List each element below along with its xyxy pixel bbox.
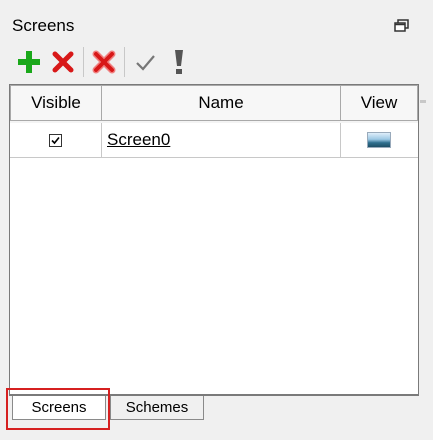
- column-header-view[interactable]: View: [340, 85, 418, 121]
- grid-header: Visible Name View: [10, 85, 418, 123]
- add-icon: [18, 51, 40, 73]
- screen-name-link[interactable]: Screen0: [101, 130, 170, 150]
- exclamation-icon: [175, 50, 183, 74]
- panel-title: Screens: [12, 16, 75, 35]
- name-cell: Screen0: [101, 123, 341, 158]
- restore-window-icon[interactable]: [394, 19, 410, 33]
- warning-button[interactable]: [162, 45, 196, 79]
- check-button[interactable]: [128, 45, 162, 79]
- toolbar-separator: [124, 47, 125, 77]
- check-icon: [136, 55, 155, 71]
- checkmark-icon: [51, 136, 60, 144]
- visible-cell: [10, 123, 102, 158]
- landscape-thumbnail-icon[interactable]: [367, 132, 391, 148]
- view-cell: [340, 123, 418, 158]
- delete-all-icon: [92, 50, 116, 74]
- tab-schemes[interactable]: Schemes: [110, 396, 204, 420]
- delete-all-button[interactable]: [87, 45, 121, 79]
- delete-button[interactable]: [46, 45, 80, 79]
- column-header-name[interactable]: Name: [101, 85, 341, 121]
- highlight-box: [6, 388, 110, 430]
- toolbar-separator: [83, 47, 84, 77]
- scroll-marker: [420, 100, 426, 103]
- column-header-visible[interactable]: Visible: [10, 85, 102, 121]
- toolbar: [12, 44, 196, 80]
- screens-grid[interactable]: Visible Name View Screen0: [9, 84, 419, 396]
- table-row[interactable]: Screen0: [10, 123, 418, 158]
- visible-checkbox[interactable]: [49, 133, 62, 147]
- add-button[interactable]: [12, 45, 46, 79]
- delete-icon: [52, 51, 74, 73]
